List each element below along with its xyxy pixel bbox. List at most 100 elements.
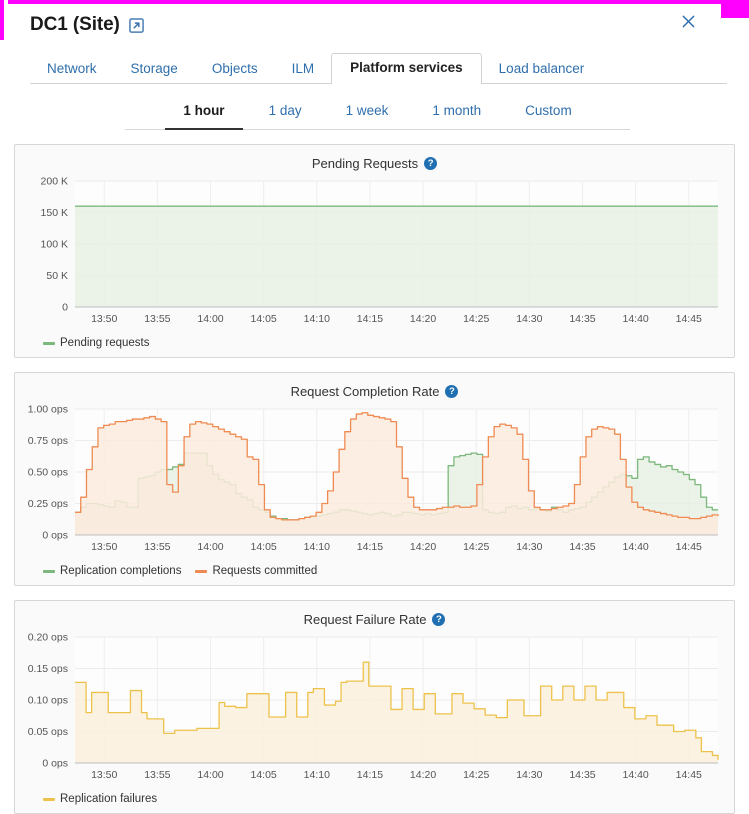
legend-item[interactable]: Requests committed xyxy=(195,565,317,577)
y-tick-label: 0.10 ops xyxy=(28,695,68,707)
legend-swatch-orange xyxy=(195,570,207,573)
chart-panel-pending-requests: Pending Requests ? 0 50 K 100 K 150 K 200 K 1… xyxy=(14,144,735,358)
help-icon[interactable]: ? xyxy=(445,385,458,398)
x-tick-label: 14:00 xyxy=(197,769,223,781)
range-custom[interactable]: Custom xyxy=(503,100,594,130)
tab-storage[interactable]: Storage xyxy=(114,54,195,84)
x-tick-label: 14:25 xyxy=(463,769,489,781)
x-tick-label: 14:30 xyxy=(516,769,542,781)
y-tick-label: 0.15 ops xyxy=(28,663,68,675)
x-tick-label: 14:05 xyxy=(251,313,277,325)
series-area xyxy=(75,206,718,307)
legend-swatch-yellow xyxy=(43,798,55,801)
plot-area[interactable]: 0 ops 0.25 ops 0.50 ops 0.75 ops 1.00 ops 13:… xyxy=(23,401,726,561)
y-tick-label: 0.20 ops xyxy=(28,632,68,644)
title-row: DC1 (Site) xyxy=(30,14,735,36)
accent-bar-top-right xyxy=(721,0,749,18)
chart-legend: Replication failures xyxy=(23,789,726,807)
tab-load-balancer[interactable]: Load balancer xyxy=(482,54,602,84)
chart-title-row: Request Completion Rate ? xyxy=(23,381,726,401)
range-1-week[interactable]: 1 week xyxy=(324,100,411,130)
x-tick-label: 14:20 xyxy=(410,769,436,781)
close-icon[interactable] xyxy=(675,8,701,34)
y-tick-label: 0 ops xyxy=(42,530,68,542)
x-tick-label: 14:45 xyxy=(676,541,702,553)
legend-swatch-green xyxy=(43,342,55,345)
x-tick-label: 14:15 xyxy=(357,313,383,325)
legend-swatch-green xyxy=(43,570,55,573)
range-1-day[interactable]: 1 day xyxy=(247,100,324,130)
page-title: DC1 (Site) xyxy=(30,14,120,36)
x-tick-label: 13:55 xyxy=(144,313,170,325)
platform-services-panel: DC1 (Site) Network Storage Objects ILM P… xyxy=(0,0,749,785)
accent-bar-top xyxy=(8,0,749,4)
tab-objects[interactable]: Objects xyxy=(195,54,275,84)
help-icon[interactable]: ? xyxy=(424,157,437,170)
y-tick-label: 0.05 ops xyxy=(28,726,68,738)
y-tick-label: 0.75 ops xyxy=(28,435,68,447)
x-tick-label: 14:30 xyxy=(516,313,542,325)
time-range-selector: 1 hour 1 day 1 week 1 month Custom xyxy=(14,100,735,130)
help-icon[interactable]: ? xyxy=(432,613,445,626)
y-tick-label: 50 K xyxy=(46,270,68,282)
x-tick-label: 14:40 xyxy=(622,313,648,325)
chart-title: Pending Requests xyxy=(312,156,418,171)
x-tick-label: 14:40 xyxy=(622,769,648,781)
x-tick-label: 13:50 xyxy=(91,313,117,325)
x-tick-label: 14:15 xyxy=(357,769,383,781)
x-tick-label: 14:00 xyxy=(197,313,223,325)
x-tick-label: 14:35 xyxy=(569,769,595,781)
x-tick-label: 14:35 xyxy=(569,313,595,325)
x-tick-label: 14:45 xyxy=(676,313,702,325)
x-tick-label: 14:15 xyxy=(357,541,383,553)
main-tabs: Network Storage Objects ILM Platform ser… xyxy=(30,54,735,84)
external-link-icon[interactable] xyxy=(129,18,144,33)
panel-header: DC1 (Site) xyxy=(14,0,735,46)
range-1-hour[interactable]: 1 hour xyxy=(161,100,246,130)
range-1-month[interactable]: 1 month xyxy=(410,100,503,130)
y-tick-label: 0 xyxy=(62,302,68,314)
y-tick-label: 0.25 ops xyxy=(28,498,68,510)
y-tick-label: 100 K xyxy=(41,239,68,251)
x-tick-label: 14:25 xyxy=(463,541,489,553)
x-tick-label: 13:55 xyxy=(144,541,170,553)
x-tick-label: 14:00 xyxy=(197,541,223,553)
legend-label: Replication completions xyxy=(60,565,181,577)
x-tick-label: 13:50 xyxy=(91,769,117,781)
plot-area[interactable]: 0 50 K 100 K 150 K 200 K 13:50 13:55 14:00 14:05… xyxy=(23,173,726,333)
x-tick-label: 14:25 xyxy=(463,313,489,325)
x-tick-label: 14:05 xyxy=(251,541,277,553)
y-tick-label: 0 ops xyxy=(42,758,68,770)
x-tick-label: 14:05 xyxy=(251,769,277,781)
x-tick-label: 14:20 xyxy=(410,313,436,325)
legend-item[interactable]: Replication completions xyxy=(43,565,181,577)
x-tick-label: 14:10 xyxy=(304,769,330,781)
x-tick-label: 14:45 xyxy=(676,769,702,781)
chart-title-row: Request Failure Rate ? xyxy=(23,609,726,629)
chart-panel-request-failure-rate: Request Failure Rate ? 0 ops 0.05 ops 0.10… xyxy=(14,600,735,814)
legend-item[interactable]: Replication failures xyxy=(43,793,157,805)
x-tick-label: 14:30 xyxy=(516,541,542,553)
x-tick-label: 14:10 xyxy=(304,313,330,325)
x-tick-label: 14:35 xyxy=(569,541,595,553)
plot-area[interactable]: 0 ops 0.05 ops 0.10 ops 0.15 ops 0.20 ops 13:… xyxy=(23,629,726,789)
x-tick-label: 14:10 xyxy=(304,541,330,553)
chart-panel-request-completion-rate: Request Completion Rate ? 0 ops0.25 ops0… xyxy=(14,372,735,586)
y-tick-label: 150 K xyxy=(41,207,68,219)
chart-legend: Replication completions Requests committ… xyxy=(23,561,726,579)
tab-ilm[interactable]: ILM xyxy=(275,54,332,84)
x-tick-label: 14:40 xyxy=(622,541,648,553)
legend-label: Requests committed xyxy=(212,565,317,577)
chart-legend: Pending requests xyxy=(23,333,726,351)
y-tick-label: 0.50 ops xyxy=(28,467,68,479)
legend-item[interactable]: Pending requests xyxy=(43,337,150,349)
accent-bar-left xyxy=(0,0,4,40)
y-tick-label: 200 K xyxy=(41,176,68,188)
tab-network[interactable]: Network xyxy=(30,54,114,84)
chart-title: Request Failure Rate xyxy=(304,612,427,627)
y-tick-label: 1.00 ops xyxy=(28,404,68,416)
tab-platform-services[interactable]: Platform services xyxy=(331,53,482,84)
x-tick-label: 13:55 xyxy=(144,769,170,781)
legend-label: Pending requests xyxy=(60,337,150,349)
legend-label: Replication failures xyxy=(60,793,157,805)
